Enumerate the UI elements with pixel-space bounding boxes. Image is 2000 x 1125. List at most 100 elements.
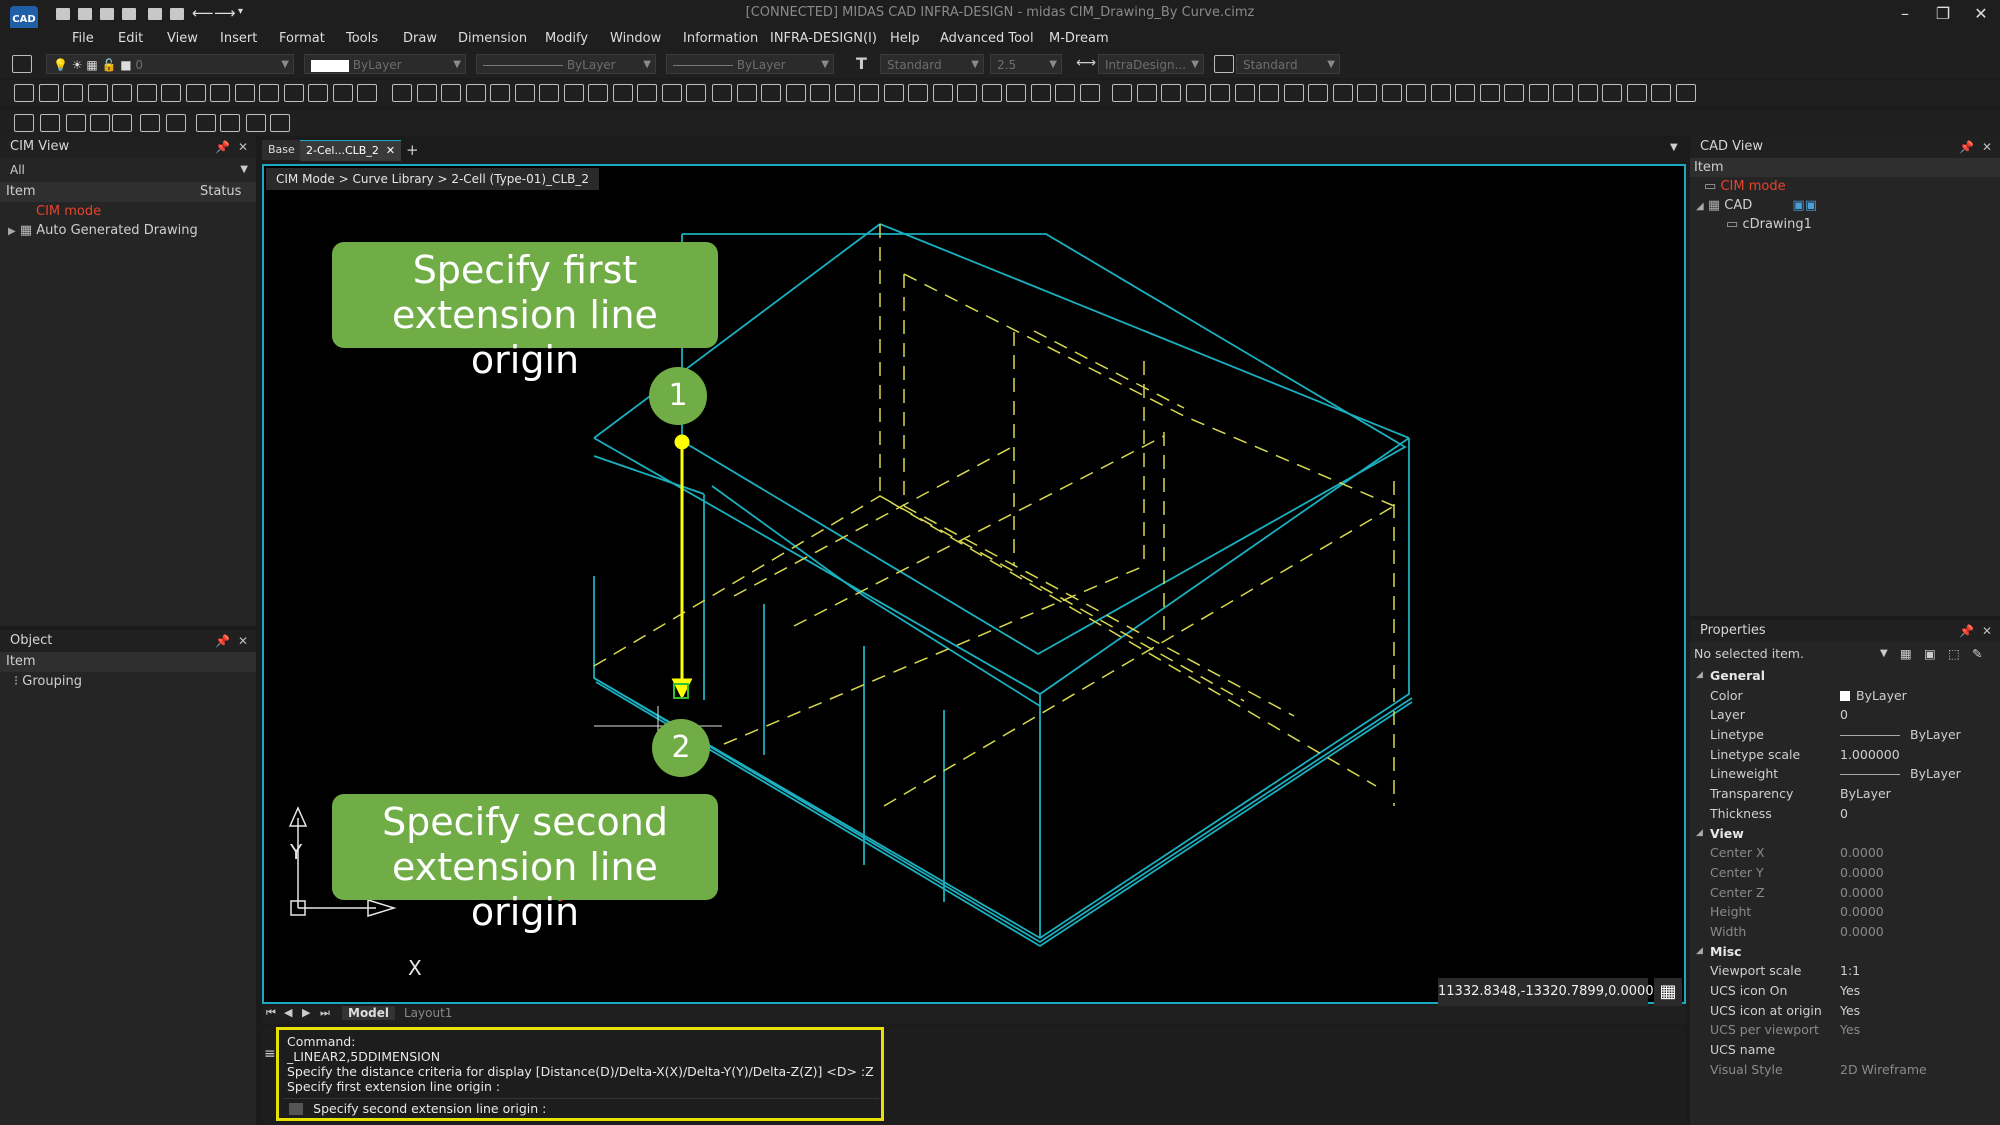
menu-information[interactable]: Information — [683, 28, 758, 50]
first-layout-icon[interactable]: ⏮ — [266, 1006, 276, 1020]
toolbar-tool-icon[interactable] — [1676, 84, 1696, 102]
toolbar-tool-icon[interactable] — [14, 114, 34, 132]
toolbar-tool-icon[interactable] — [284, 84, 304, 102]
toolbar-tool-icon[interactable] — [982, 84, 1002, 102]
toolbar-tool-icon[interactable] — [1031, 84, 1051, 102]
cad-mode-icon[interactable]: ▣▣ — [1792, 198, 1817, 213]
property-row[interactable]: Linetype ByLayer — [1690, 725, 2000, 745]
tab-model[interactable]: Model — [342, 1006, 396, 1020]
toolbar-tool-icon[interactable] — [1186, 84, 1206, 102]
toolbar-tool-icon[interactable] — [1553, 84, 1573, 102]
dim-style-icon[interactable]: ⟷ — [1076, 55, 1096, 71]
menu-advanced-tool[interactable]: Advanced Tool — [940, 28, 1034, 50]
toolbar-tool-icon[interactable] — [1137, 84, 1157, 102]
toolbar-tool-icon[interactable] — [859, 84, 879, 102]
toolbar-tool-icon[interactable] — [613, 84, 633, 102]
layer-manager-icon[interactable] — [12, 55, 32, 73]
color-combo[interactable]: ByLayer ▼ — [304, 54, 466, 74]
property-row[interactable]: Center X 0.0000 — [1690, 843, 2000, 863]
toolbar-tool-icon[interactable] — [112, 114, 132, 132]
toolbar-tool-icon[interactable] — [308, 84, 328, 102]
toolbar-tool-icon[interactable] — [186, 84, 206, 102]
pickadd-icon[interactable]: ⬚ — [1948, 642, 1960, 666]
restore-button[interactable]: ❐ — [1924, 2, 1962, 26]
toolbar-tool-icon[interactable] — [1455, 84, 1475, 102]
toolbar-tool-icon[interactable] — [957, 84, 977, 102]
property-row[interactable]: Layer 0 — [1690, 705, 2000, 725]
menu-format[interactable]: Format — [279, 28, 325, 50]
toolbar-tool-icon[interactable] — [515, 84, 535, 102]
toolbar-tool-icon[interactable] — [210, 84, 230, 102]
menu-dimension[interactable]: Dimension — [458, 28, 527, 50]
collapse-arrow-icon[interactable]: ◢ — [1696, 201, 1704, 212]
close-icon[interactable]: ✕ — [238, 634, 248, 648]
toolbar-tool-icon[interactable] — [417, 84, 437, 102]
close-icon[interactable]: ✕ — [238, 140, 248, 154]
toolbar-tool-icon[interactable] — [662, 84, 682, 102]
toolbar-tool-icon[interactable] — [1382, 84, 1402, 102]
toolbar-tool-icon[interactable] — [1480, 84, 1500, 102]
prev-layout-icon[interactable]: ◀ — [284, 1006, 292, 1019]
property-row[interactable]: Width 0.0000 — [1690, 922, 2000, 942]
toolbar-tool-icon[interactable] — [810, 84, 830, 102]
menu-view[interactable]: View — [167, 28, 198, 50]
toolbar-tool-icon[interactable] — [1006, 84, 1026, 102]
tree-item-cdrawing1[interactable]: ▭ cDrawing1 — [1690, 215, 2000, 234]
toolbar-tool-icon[interactable] — [220, 114, 240, 132]
toolbar-tool-icon[interactable] — [1406, 84, 1426, 102]
toolbar-tool-icon[interactable] — [637, 84, 657, 102]
menu-file[interactable]: File — [72, 28, 94, 50]
toolbar-tool-icon[interactable] — [14, 84, 34, 102]
toolbar-tool-icon[interactable] — [441, 84, 461, 102]
property-row[interactable]: Viewport scale 1:1 — [1690, 961, 2000, 981]
linetype-combo[interactable]: ByLayer ▼ — [476, 54, 656, 74]
collapse-arrow-icon[interactable]: ◢ — [1696, 666, 1703, 686]
minimize-button[interactable]: – — [1886, 2, 1924, 26]
expand-arrow-icon[interactable]: ▶ — [8, 226, 16, 237]
toolbar-tool-icon[interactable] — [357, 84, 377, 102]
tree-item-cim-mode[interactable]: CIM mode — [0, 202, 256, 221]
toolbar-tool-icon[interactable] — [140, 114, 160, 132]
toolbar-tool-icon[interactable] — [1308, 84, 1328, 102]
tab-layout1[interactable]: Layout1 — [404, 1006, 452, 1020]
toolbar-tool-icon[interactable] — [1529, 84, 1549, 102]
toolbar-tool-icon[interactable] — [1431, 84, 1451, 102]
dim-style-combo[interactable]: IntraDesign... ▼ — [1098, 54, 1204, 74]
property-row[interactable]: Lineweight ByLayer — [1690, 764, 2000, 784]
property-row[interactable]: UCS icon at origin Yes — [1690, 1001, 2000, 1021]
property-row[interactable]: Center Z 0.0000 — [1690, 883, 2000, 903]
selection-combo[interactable]: No selected item. ▼ ▦ ▣ ⬚ ✎ — [1690, 642, 2000, 666]
property-row[interactable]: Color ByLayer — [1690, 686, 2000, 706]
toolbar-tool-icon[interactable] — [1602, 84, 1622, 102]
match-properties-icon[interactable]: ✎ — [1972, 642, 1982, 666]
toolbar-tool-icon[interactable] — [137, 84, 157, 102]
toolbar-tool-icon[interactable] — [490, 84, 510, 102]
toolbar-tool-icon[interactable] — [1161, 84, 1181, 102]
toolbar-tool-icon[interactable] — [1651, 84, 1671, 102]
toolbar-tool-icon[interactable] — [1055, 84, 1075, 102]
toolbar-tool-icon[interactable] — [933, 84, 953, 102]
toolbar-tool-icon[interactable] — [1259, 84, 1279, 102]
close-tab-icon[interactable]: ✕ — [386, 144, 395, 157]
toolbar-tool-icon[interactable] — [1210, 84, 1230, 102]
toolbar-tool-icon[interactable] — [112, 84, 132, 102]
toolbar-tool-icon[interactable] — [908, 84, 928, 102]
menu-edit[interactable]: Edit — [118, 28, 143, 50]
toolbar-tool-icon[interactable] — [40, 114, 60, 132]
command-input[interactable]: Specify second extension line origin : — [283, 1098, 879, 1119]
menu-window[interactable]: Window — [610, 28, 661, 50]
close-icon[interactable]: ✕ — [1982, 140, 1992, 154]
property-section-view[interactable]: ◢ View — [1690, 824, 2000, 844]
toolbar-tool-icon[interactable] — [686, 84, 706, 102]
toolbar-tool-icon[interactable] — [737, 84, 757, 102]
drawing-viewport[interactable]: CIM Mode > Curve Library > 2-Cell (Type-… — [262, 164, 1686, 1004]
pin-icon[interactable]: 📌 — [215, 140, 230, 154]
toolbar-tool-icon[interactable] — [564, 84, 584, 102]
toolbar-tool-icon[interactable] — [196, 114, 216, 132]
toolbar-tool-icon[interactable] — [63, 84, 83, 102]
tree-item-grouping[interactable]: ⁝ Grouping — [0, 672, 256, 691]
menu-tools[interactable]: Tools — [346, 28, 378, 50]
toolbar-tool-icon[interactable] — [88, 84, 108, 102]
toolbar-tool-icon[interactable] — [1112, 84, 1132, 102]
toolbar-tool-icon[interactable] — [786, 84, 806, 102]
